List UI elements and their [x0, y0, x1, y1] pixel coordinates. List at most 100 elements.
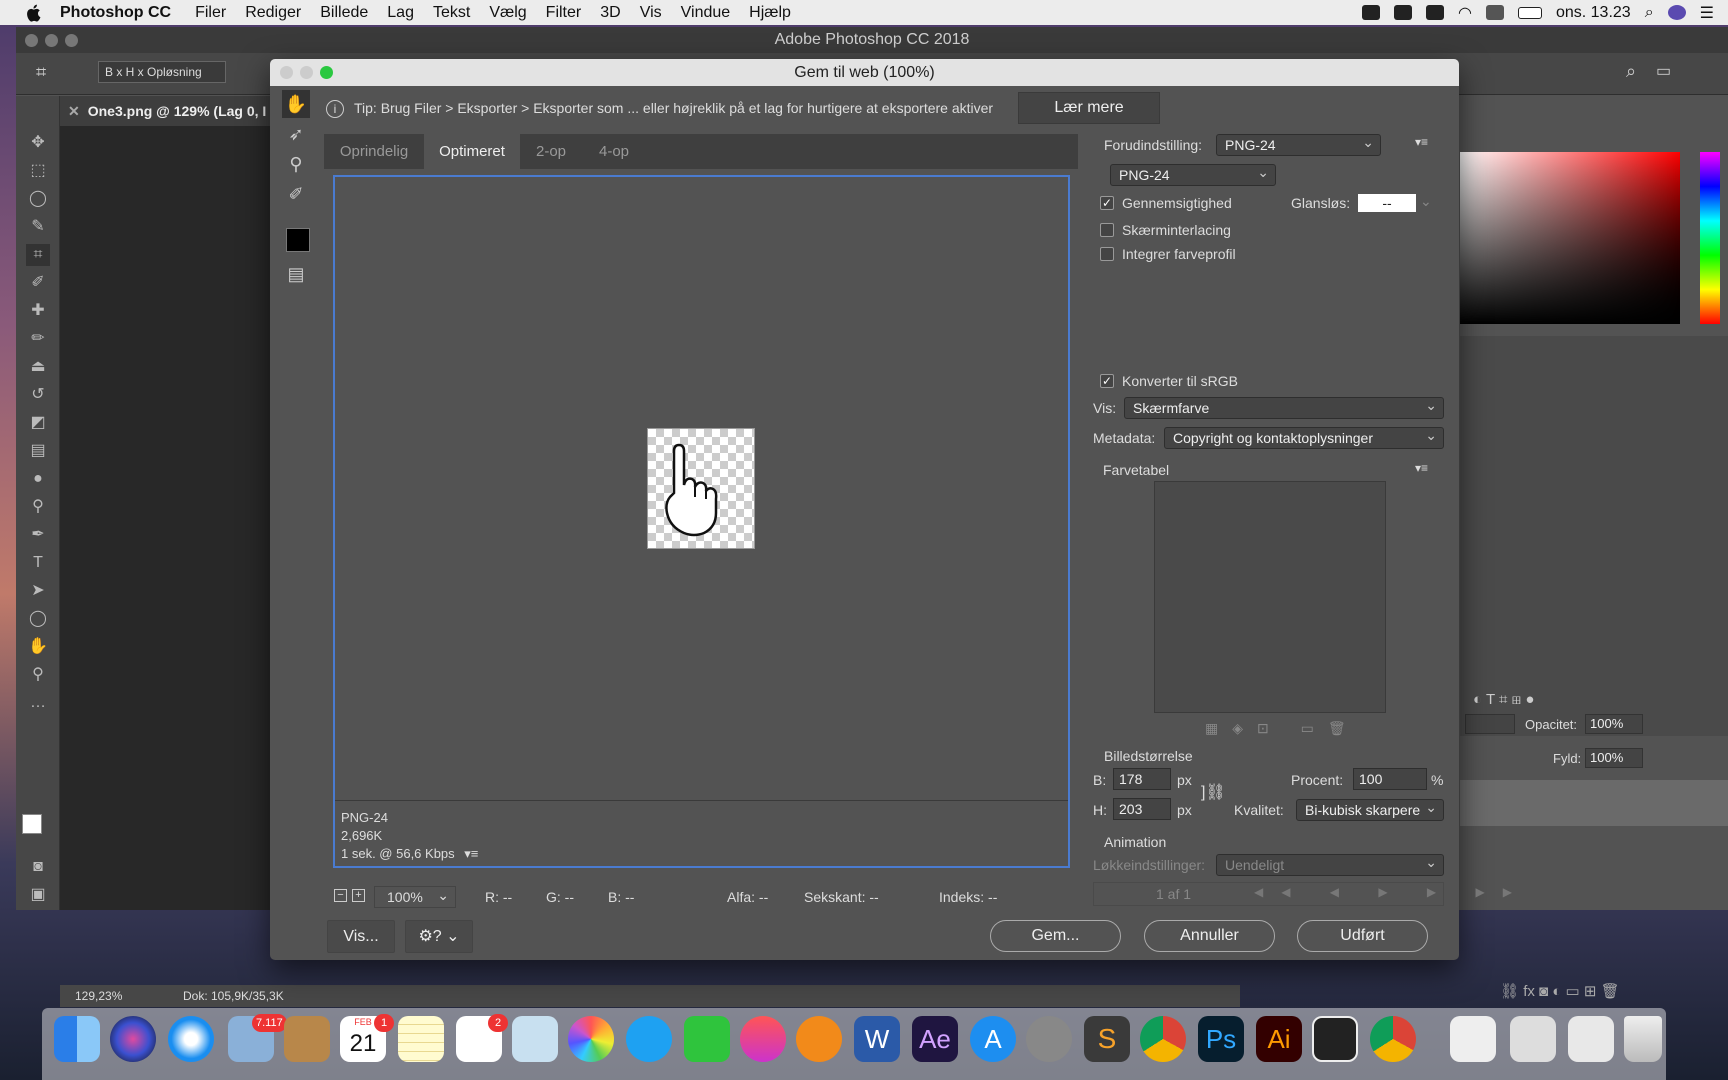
download-menu-icon[interactable]: ▾≡ [464, 846, 478, 861]
spotlight-icon[interactable]: ⌕ [1645, 4, 1654, 22]
tab-2-up[interactable]: 2-op [520, 134, 582, 169]
preset-select[interactable]: PNG-24 [1216, 132, 1381, 156]
learn-more-button[interactable]: Lær mere [1018, 92, 1160, 124]
menu-help[interactable]: Hjælp [749, 4, 791, 22]
layer-row[interactable] [1460, 780, 1728, 826]
animation-controls[interactable]: ◀◀ ◀ ▶ ▶ ▶▶ [1254, 885, 1530, 899]
menu-window[interactable]: Vindue [681, 4, 731, 22]
preview-mode-select[interactable]: Skærmfarve [1124, 395, 1444, 419]
embed-profile-checkbox[interactable] [1100, 247, 1114, 261]
safari-icon[interactable] [168, 1016, 214, 1062]
menu-app-name[interactable]: Photoshop CC [60, 4, 171, 22]
app-store-icon[interactable]: A [970, 1016, 1016, 1062]
creative-cloud-icon[interactable] [1393, 5, 1412, 20]
quick-mask-icon[interactable]: ◙ [26, 856, 50, 878]
siri-icon[interactable] [1667, 5, 1686, 20]
matte-swatch[interactable]: -- [1358, 194, 1416, 212]
crop-tool-icon[interactable]: ⌗ [26, 244, 50, 266]
path-select-icon[interactable]: ➤ [26, 580, 50, 602]
done-button[interactable]: Udført [1297, 920, 1428, 952]
menu-image[interactable]: Billede [320, 4, 368, 22]
photoshop-icon[interactable]: Ps [1198, 1016, 1244, 1062]
history-brush-icon[interactable]: ↺ [26, 384, 50, 406]
illustrator-icon[interactable]: Ai [1256, 1016, 1302, 1062]
type-tool-icon[interactable]: T [26, 552, 50, 574]
link-icon[interactable]: ]⛓ [1201, 782, 1226, 802]
dialog-minimize-button[interactable] [300, 66, 313, 79]
close-tab-icon[interactable]: ✕ [68, 103, 80, 119]
width-input[interactable]: 178 [1113, 768, 1171, 790]
slice-select-tool-icon[interactable]: ➶ [282, 120, 310, 148]
matte-dropdown-icon[interactable]: ⌄ [1420, 193, 1432, 210]
messages-icon[interactable] [626, 1016, 672, 1062]
brush-tool-icon[interactable]: ✏ [26, 328, 50, 350]
zoom-tool-icon[interactable]: ⚲ [26, 664, 50, 686]
zoom-tool-icon[interactable]: ⚲ [282, 150, 310, 178]
transparency-checkbox[interactable]: ✓ [1100, 196, 1114, 210]
notes-icon[interactable] [398, 1016, 444, 1062]
gradient-tool-icon[interactable]: ▤ [26, 440, 50, 462]
eyedropper-tool-icon[interactable]: ✐ [26, 272, 50, 294]
bracket-app-icon[interactable] [1312, 1016, 1358, 1062]
clock[interactable]: ons. 13.23 [1556, 4, 1631, 22]
search-icon[interactable]: ⌕ [1626, 61, 1636, 82]
facetime-icon[interactable] [684, 1016, 730, 1062]
ps-close-button[interactable] [25, 34, 38, 47]
menu-layer[interactable]: Lag [387, 4, 414, 22]
airplay-icon[interactable] [1485, 5, 1504, 20]
height-input[interactable]: 203 [1113, 798, 1171, 820]
dropbox-icon[interactable] [1361, 5, 1380, 20]
chrome-icon[interactable] [1140, 1016, 1186, 1062]
preview-in-browser-button[interactable]: Vis... [327, 920, 395, 953]
quality-select[interactable]: Bi-kubisk skarpere [1296, 797, 1444, 821]
recent-stack-icon[interactable] [1568, 1016, 1614, 1062]
more-tools-icon[interactable]: … [26, 692, 50, 714]
sublime-text-icon[interactable]: S [1084, 1016, 1130, 1062]
tab-4-up[interactable]: 4-op [582, 134, 646, 169]
workspace-icon[interactable]: ▭ [1656, 61, 1671, 81]
finder-icon[interactable] [54, 1016, 100, 1062]
contacts-icon[interactable] [284, 1016, 330, 1062]
document-tab[interactable]: ✕ One3.png @ 129% (Lag 0, I [60, 96, 275, 126]
menu-edit[interactable]: Rediger [245, 4, 301, 22]
status-zoom[interactable]: 129,23% [75, 989, 122, 1003]
trash-icon[interactable] [1624, 1016, 1662, 1062]
bbedit-icon[interactable] [1425, 5, 1444, 20]
move-tool-icon[interactable]: ✥ [26, 132, 50, 154]
pen-tool-icon[interactable]: ✒ [26, 524, 50, 546]
loop-select[interactable]: Uendeligt [1216, 852, 1444, 876]
interlace-checkbox[interactable] [1100, 223, 1114, 237]
photos-icon[interactable] [568, 1016, 614, 1062]
optimize-menu-icon[interactable]: ▾≡ [1415, 135, 1428, 149]
opacity-field[interactable]: 100% [1585, 714, 1643, 734]
tab-original[interactable]: Oprindelig [324, 134, 424, 169]
zoom-out-icon[interactable]: − [334, 889, 347, 902]
menu-type[interactable]: Tekst [433, 4, 470, 22]
chrome-second-icon[interactable] [1370, 1016, 1416, 1062]
notification-center-icon[interactable]: ☰ [1700, 3, 1714, 23]
eyedropper-tool-icon[interactable]: ✐ [282, 180, 310, 208]
quick-select-tool-icon[interactable]: ✎ [26, 216, 50, 238]
ibooks-icon[interactable] [796, 1016, 842, 1062]
percent-input[interactable]: 100 [1353, 768, 1427, 790]
color-table-menu-icon[interactable]: ▾≡ [1415, 461, 1428, 475]
menu-select[interactable]: Vælg [489, 4, 526, 22]
eyedropper-color-swatch[interactable] [286, 228, 310, 252]
hand-tool-icon[interactable]: ✋ [282, 90, 310, 118]
system-preferences-icon[interactable] [1026, 1016, 1072, 1062]
documents-stack-icon[interactable] [1510, 1016, 1556, 1062]
foreground-color-swatch[interactable] [22, 814, 42, 834]
dialog-close-button[interactable] [280, 66, 293, 79]
color-table[interactable] [1154, 481, 1386, 713]
healing-tool-icon[interactable]: ✚ [26, 300, 50, 322]
marquee-tool-icon[interactable]: ⬚ [26, 160, 50, 182]
crop-ratio-select[interactable]: B x H x Opløsning [98, 61, 226, 83]
menu-file[interactable]: Filer [195, 4, 226, 22]
lasso-tool-icon[interactable]: ◯ [26, 188, 50, 210]
battery-icon[interactable] [1517, 6, 1542, 19]
metadata-select[interactable]: Copyright og kontaktoplysninger [1164, 425, 1444, 449]
menu-view[interactable]: Vis [640, 4, 662, 22]
menu-filter[interactable]: Filter [546, 4, 582, 22]
format-select[interactable]: PNG-24 [1110, 162, 1276, 186]
siri-icon[interactable] [110, 1016, 156, 1062]
